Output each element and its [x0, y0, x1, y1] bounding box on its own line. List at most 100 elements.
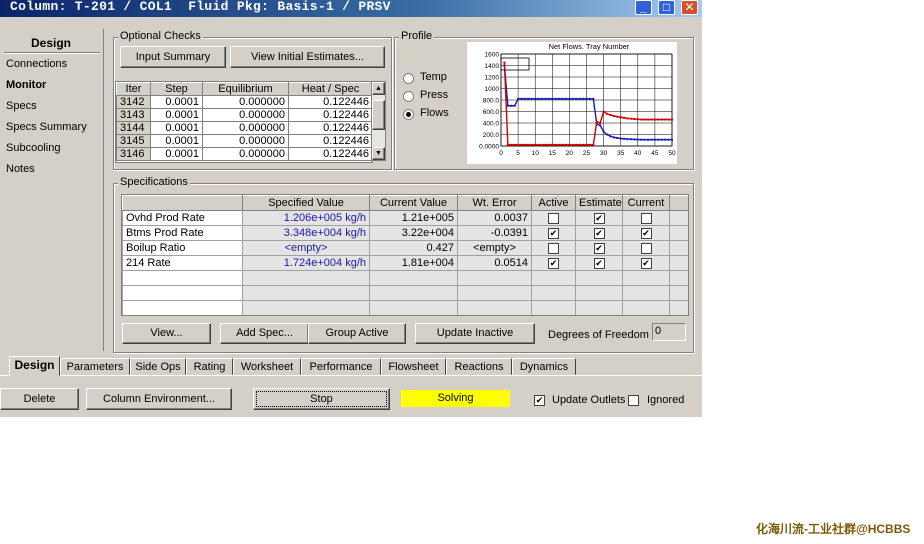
- iteration-row[interactable]: 3146 0.0001 0.000000 0.122446: [116, 147, 372, 161]
- tab-rating[interactable]: Rating: [186, 358, 233, 375]
- flow-data-point: [602, 110, 605, 113]
- current-checkbox[interactable]: ✔: [640, 227, 652, 239]
- tab-reactions[interactable]: Reactions: [446, 358, 512, 375]
- flow-data-point: [629, 138, 632, 141]
- iter-cell: 3142: [116, 95, 151, 109]
- specified-value-cell[interactable]: <empty>: [242, 240, 370, 256]
- delete-button[interactable]: Delete: [0, 388, 79, 410]
- nav-item-monitor[interactable]: Monitor: [6, 79, 46, 91]
- tab-performance[interactable]: Performance: [301, 358, 381, 375]
- flows-radio[interactable]: [403, 109, 414, 120]
- tab-flowsheet[interactable]: Flowsheet: [381, 358, 446, 375]
- design-nav: Design Connections Monitor Specs Specs S…: [1, 29, 104, 351]
- update-outlets-checkbox[interactable]: ✔: [534, 395, 545, 406]
- active-checkbox[interactable]: ✔: [548, 257, 559, 269]
- ignored-checkbox[interactable]: [628, 395, 639, 406]
- estimate-checkbox[interactable]: ✔: [593, 227, 605, 239]
- temp-radio[interactable]: [403, 73, 414, 84]
- flow-data-point: [520, 143, 523, 146]
- tab-design[interactable]: Design: [9, 356, 60, 376]
- tab-dynamics[interactable]: Dynamics: [512, 358, 576, 375]
- spec-row[interactable]: Btms Prod Rate 3.348e+004 kg/h 3.22e+004 -0…: [122, 225, 688, 241]
- scroll-up-arrow-icon[interactable]: ▲: [372, 82, 385, 95]
- column-environment-button[interactable]: Column Environment...: [86, 388, 232, 410]
- estimate-header: Estimate: [575, 195, 623, 211]
- flow-data-point: [660, 118, 663, 121]
- nav-item-specs-summary[interactable]: Specs Summary: [6, 121, 87, 133]
- add-spec-button[interactable]: Add Spec...: [220, 323, 309, 344]
- current-checkbox[interactable]: [640, 212, 652, 224]
- specified-value-cell[interactable]: 1.206e+005 kg/h: [242, 210, 370, 226]
- active-checkbox[interactable]: [548, 212, 559, 224]
- iteration-row[interactable]: 3143 0.0001 0.000000 0.122446: [116, 108, 372, 122]
- current-value-cell: 1.81e+004: [369, 255, 458, 271]
- flow-data-point: [626, 117, 629, 120]
- flow-data-point: [629, 117, 632, 120]
- active-checkbox[interactable]: ✔: [548, 227, 559, 239]
- close-button[interactable]: ✕: [681, 0, 698, 15]
- heat-spec-cell: 0.122446: [288, 95, 372, 109]
- minimize-button[interactable]: _: [635, 0, 652, 15]
- iteration-scrollbar[interactable]: ▲ ▼: [371, 81, 386, 161]
- estimate-checkbox[interactable]: ✔: [593, 242, 605, 254]
- tab-side-ops[interactable]: Side Ops: [130, 358, 186, 375]
- spec-row[interactable]: Ovhd Prod Rate 1.206e+005 kg/h 1.21e+005 0.…: [122, 210, 688, 226]
- specifications-group: Specifications Specified Value Current V…: [113, 176, 694, 353]
- x-tick-label: 30: [600, 150, 608, 157]
- input-summary-button[interactable]: Input Summary: [120, 46, 226, 68]
- chart-title: Net Flows. Tray Number: [549, 42, 630, 51]
- maximize-button[interactable]: □: [658, 0, 675, 15]
- title-bar: Column: T-201 / COL1 Fluid Pkg: Basis-1 …: [0, 0, 702, 17]
- optional-checks-group: Optional Checks Input Summary View Initi…: [113, 30, 392, 170]
- active-checkbox-cell: [531, 240, 576, 256]
- estimate-checkbox[interactable]: ✔: [593, 212, 605, 224]
- flow-data-point: [609, 135, 612, 138]
- flow-data-point: [523, 97, 526, 100]
- nav-item-connections[interactable]: Connections: [6, 58, 67, 70]
- flow-data-point: [571, 143, 574, 146]
- view-initial-estimates-button[interactable]: View Initial Estimates...: [230, 46, 385, 68]
- specified-value-cell[interactable]: 1.724e+004 kg/h: [242, 255, 370, 271]
- tab-worksheet[interactable]: Worksheet: [233, 358, 301, 375]
- flow-data-point: [640, 138, 643, 141]
- empty-cell: [242, 270, 370, 286]
- estimate-checkbox-cell: ✔: [575, 225, 623, 241]
- tab-parameters[interactable]: Parameters: [60, 358, 130, 375]
- group-active-button[interactable]: Group Active: [308, 323, 406, 344]
- x-tick-label: 5: [516, 150, 520, 157]
- stop-button[interactable]: Stop: [253, 388, 390, 410]
- active-checkbox[interactable]: [548, 242, 559, 254]
- scroll-down-arrow-icon[interactable]: ▼: [372, 147, 385, 160]
- flow-data-point: [633, 138, 636, 141]
- estimate-checkbox[interactable]: ✔: [593, 257, 605, 269]
- empty-cell: [622, 270, 670, 286]
- press-radio[interactable]: [403, 91, 414, 102]
- wt-error-header: Wt. Error: [457, 195, 532, 211]
- iteration-row[interactable]: 3142 0.0001 0.000000 0.122446: [116, 95, 372, 109]
- flow-data-point: [561, 97, 564, 100]
- temp-radio-label: Temp: [420, 71, 447, 83]
- spec-name-cell: 214 Rate: [122, 255, 243, 271]
- nav-item-specs[interactable]: Specs: [6, 100, 37, 112]
- current-checkbox[interactable]: [640, 242, 652, 254]
- net-flows-chart[interactable]: Net Flows. Tray Number 0.0000 200.0 400.0 6…: [467, 42, 677, 164]
- update-outlets-label: Update Outlets: [552, 394, 626, 406]
- nav-item-subcooling[interactable]: Subcooling: [6, 142, 60, 154]
- spec-row[interactable]: Boilup Ratio <empty> 0.427 <empty> ✔: [122, 240, 688, 256]
- iteration-row[interactable]: 3145 0.0001 0.000000 0.122446: [116, 134, 372, 148]
- view-button[interactable]: View...: [122, 323, 211, 344]
- iteration-row[interactable]: 3144 0.0001 0.000000 0.122446: [116, 121, 372, 135]
- current-checkbox-cell: [622, 240, 670, 256]
- flow-data-point: [609, 113, 612, 116]
- iter-cell: 3146: [116, 147, 151, 161]
- update-inactive-button[interactable]: Update Inactive: [415, 323, 535, 344]
- flow-data-point: [612, 136, 615, 139]
- flow-data-point: [650, 138, 653, 141]
- specified-value-cell[interactable]: 3.348e+004 kg/h: [242, 225, 370, 241]
- scroll-thumb[interactable]: [372, 100, 385, 130]
- nav-item-notes[interactable]: Notes: [6, 163, 35, 175]
- current-checkbox[interactable]: ✔: [640, 257, 652, 269]
- equilibrium-cell: 0.000000: [202, 108, 289, 122]
- flow-data-point: [582, 97, 585, 100]
- spec-row[interactable]: 214 Rate 1.724e+004 kg/h 1.81e+004 0.0514 ✔ ✔…: [122, 255, 688, 271]
